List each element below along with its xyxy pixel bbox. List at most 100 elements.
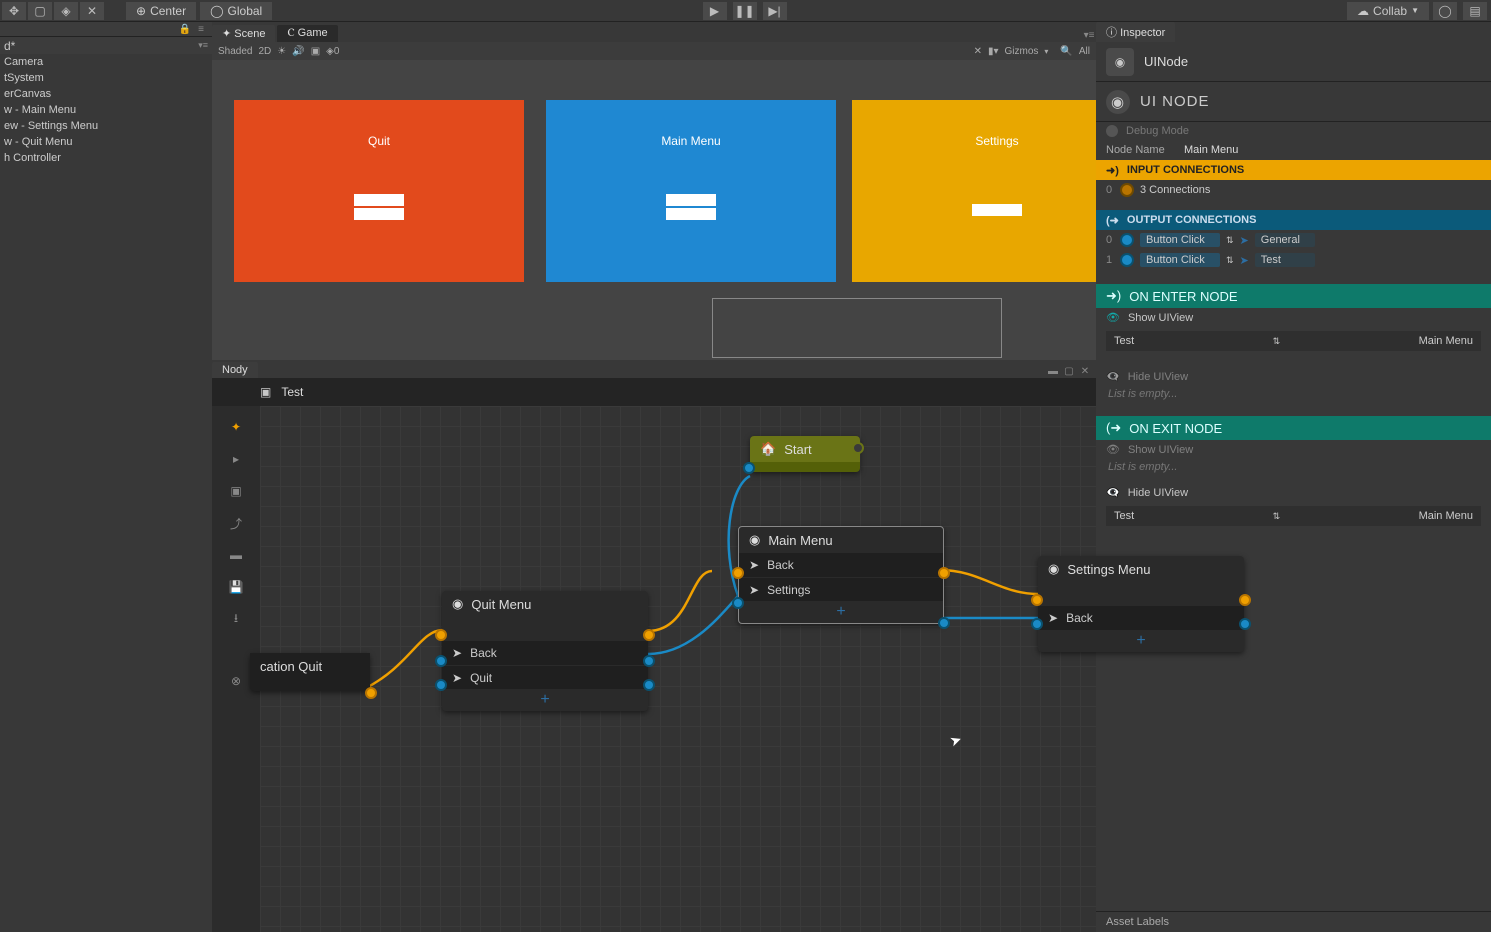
lighting-toggle-icon[interactable]: ☀ [277,46,286,57]
hide-uiview-label: Hide UIView [1128,487,1188,499]
hierarchy-item[interactable]: w - Quit Menu [0,134,212,150]
tab-game[interactable]: Ⲥ Game [277,25,337,42]
eye-icon: 👁 [1106,443,1120,456]
output-connections-header[interactable]: (➜ OUTPUT CONNECTIONS [1096,210,1491,230]
node-quit-menu[interactable]: ◉Quit Menu ➤Back ➤Quit + [442,591,648,711]
fx-toggle-icon[interactable]: ▣ [311,46,320,57]
node-app-quit[interactable]: cation Quit [250,653,370,691]
hand-tool-icon[interactable]: ✥ [2,2,26,20]
hierarchy-panel: 🔒 ≡ d* ▾≡ Camera tSystem erCanvas w - Ma… [0,22,212,932]
node-row-label: Back [767,558,794,572]
nody-panel: Nody ▬ ▢ ✕ ▣ Test ✦ ▸ ▣ ⤴ ▬ 💾 ⭳ ⊗ [212,360,1096,932]
preview-quit[interactable]: Quit [234,100,524,282]
search-icon[interactable]: 🔍 [1060,46,1072,57]
hierarchy-item[interactable]: h Controller [0,150,212,166]
preview-main-menu[interactable]: Main Menu [546,100,836,282]
panel-menu-icon[interactable]: ▾≡ [1082,28,1096,42]
debug-toggle[interactable] [1106,125,1118,137]
cloud-icon: ☁ [1357,4,1369,18]
pivot-toggle[interactable]: ⊕Center [126,2,196,20]
draw-mode-dropdown[interactable]: Shaded [218,46,252,57]
pause-button[interactable]: ❚❚ [733,2,757,20]
move-tool-icon[interactable]: ▢ [28,2,52,20]
node-main-menu[interactable]: ◉Main Menu ➤Back ➤Settings + [738,526,944,624]
nody-home-icon[interactable]: ✦ [225,416,247,438]
input-port-icon [1120,183,1134,197]
node-row-label: Back [1066,611,1093,625]
output-icon: (➜ [1106,214,1119,227]
input-connections-header[interactable]: ➜) INPUT CONNECTIONS [1096,160,1491,180]
pivot-icon: ⊕ [136,4,146,18]
nody-forward-icon[interactable]: ▸ [225,448,247,470]
node-settings-menu[interactable]: ◉Settings Menu ➤Back + [1038,556,1244,652]
tab-inspector[interactable]: ⓘ Inspector [1096,22,1175,42]
hide-uiview-label: Hide UIView [1128,371,1188,383]
eye-off-icon: 👁‍🗨 [1106,370,1120,383]
node-start[interactable]: 🏠 Start [750,436,860,472]
hide-uiview-entry[interactable]: Test ⇅ Main Menu [1106,506,1481,526]
node-title: Main Menu [768,533,832,548]
nody-saveas-icon[interactable]: ⭳ [225,608,247,630]
eye-off-icon: 👁‍🗨 [1106,486,1120,499]
list-empty-label: List is empty... [1096,459,1491,475]
on-exit-header[interactable]: (➜ ON EXIT NODE [1096,416,1491,440]
add-output-button[interactable]: + [1038,630,1244,652]
show-uiview-label: Show UIView [1128,312,1193,324]
fx2-toggle-icon[interactable]: ◈0 [326,46,339,57]
nody-frame-icon[interactable]: ▣ [225,480,247,502]
rotate-tool-icon[interactable]: ◈ [54,2,78,20]
hierarchy-item[interactable]: tSystem [0,70,212,86]
search-field[interactable]: All [1079,46,1090,57]
scene-view[interactable]: Quit Main Menu Settings [212,60,1096,360]
preview-empty-frame[interactable] [712,298,1002,358]
camera-icon[interactable]: ▮▾ [988,46,999,57]
hierarchy-item[interactable]: Camera [0,54,212,70]
panel-lock-icon[interactable]: 🔒 [178,22,192,36]
hierarchy-item[interactable]: ew - Settings Menu [0,118,212,134]
panel-max-icon[interactable]: ▢ [1062,364,1076,378]
account-button[interactable]: ◯ [1433,2,1457,20]
create-dropdown-icon[interactable]: ▾≡ [198,40,208,51]
panel-min-icon[interactable]: ▬ [1046,364,1060,378]
chevron-down-icon: ▾ [1044,47,1048,56]
audio-toggle-icon[interactable]: 🔊 [292,46,304,57]
gizmos-dropdown[interactable]: Gizmos [1005,46,1039,57]
node-title: cation Quit [260,659,322,674]
on-enter-header[interactable]: ➜) ON ENTER NODE [1096,284,1491,308]
tab-nody[interactable]: Nody [212,362,258,378]
tool-icon[interactable]: ✕ [974,46,982,57]
hierarchy-item[interactable]: w - Main Menu [0,102,212,118]
dim-toggle[interactable]: 2D [258,46,271,57]
play-button[interactable]: ▶ [703,2,727,20]
preview-button [666,194,716,206]
output-target[interactable]: General [1255,233,1315,247]
space-toggle[interactable]: ◯Global [200,2,272,20]
panel-close-icon[interactable]: ✕ [1078,364,1092,378]
hierarchy-item[interactable]: erCanvas [0,86,212,102]
nody-share-icon[interactable]: ⤴ [225,512,247,534]
object-icon: ◉ [1106,48,1134,76]
nody-canvas[interactable]: 🏠 Start ◉Main Menu ➤Back ➤Settings + [260,406,1096,932]
tab-scene[interactable]: ✦ Scene [212,25,275,42]
collab-dropdown[interactable]: ☁Collab▼ [1347,2,1429,20]
output-row[interactable]: 1 Button Click ⇅ ➤ Test [1096,250,1491,270]
nody-close-icon[interactable]: ⊗ [225,670,247,692]
send-icon: ➤ [749,558,759,572]
output-trigger[interactable]: Button Click [1140,233,1220,247]
show-uiview-entry[interactable]: Test ⇅ Main Menu [1106,331,1481,351]
output-row[interactable]: 0 Button Click ⇅ ➤ General [1096,230,1491,250]
nody-save-icon[interactable]: 💾 [225,576,247,598]
nody-folder-icon[interactable]: ▬ [225,544,247,566]
panel-menu-icon[interactable]: ≡ [194,22,208,36]
preview-button [354,208,404,220]
output-target[interactable]: Test [1255,253,1315,267]
add-output-button[interactable]: + [442,689,648,711]
scale-tool-icon[interactable]: ✕ [80,2,104,20]
output-trigger[interactable]: Button Click [1140,253,1220,267]
preview-settings[interactable]: Settings [852,100,1096,282]
preview-title: Quit [234,100,524,148]
add-output-button[interactable]: + [739,601,943,623]
step-button[interactable]: ▶| [763,2,787,20]
node-name-value[interactable]: Main Menu [1184,144,1238,156]
layers-button[interactable]: ▤ [1463,2,1487,20]
